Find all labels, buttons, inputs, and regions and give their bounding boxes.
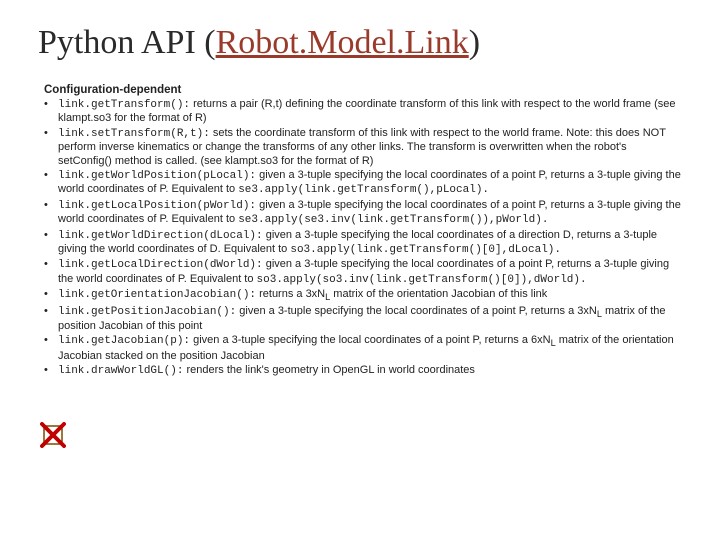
list-item: link.getTransform(): returns a pair (R,t…: [44, 98, 682, 126]
list-item: link.setTransform(R,t): sets the coordin…: [44, 127, 682, 168]
api-desc: returns a 3xN: [256, 288, 325, 300]
api-desc: renders the link's geometry in OpenGL in…: [183, 364, 475, 376]
title-pre: Python API (: [38, 24, 216, 61]
api-code: link.getLocalPosition(pWorld):: [58, 200, 256, 212]
api-code-inline: so3.apply(so3.inv(link.getTransform()[0]…: [257, 274, 587, 286]
api-code: link.drawWorldGL():: [58, 365, 183, 377]
api-code-inline: so3.apply(link.getTransform()[0],dLocal)…: [290, 244, 561, 256]
api-code: link.getWorldPosition(pLocal):: [58, 170, 256, 182]
api-code: link.getOrientationJacobian():: [58, 289, 256, 301]
api-code: link.setTransform(R,t):: [58, 128, 210, 140]
page-flag-icon: [40, 422, 66, 448]
api-code: link.getLocalDirection(dWorld):: [58, 259, 263, 271]
api-code: link.getWorldDirection(dLocal):: [58, 230, 263, 242]
section-heading: Configuration-dependent: [44, 84, 682, 96]
list-item: link.getWorldPosition(pLocal): given a 3…: [44, 169, 682, 198]
api-list: link.getTransform(): returns a pair (R,t…: [44, 98, 682, 379]
list-item: link.drawWorldGL(): renders the link's g…: [44, 364, 682, 378]
api-desc: given a 3-tuple specifying the local coo…: [190, 334, 551, 346]
api-desc: given a 3-tuple specifying the local coo…: [236, 305, 597, 317]
slide-title: Python API (Robot.Model.Link): [38, 24, 682, 62]
slide: Python API (Robot.Model.Link) Configurat…: [0, 0, 720, 400]
list-item: link.getOrientationJacobian(): returns a…: [44, 288, 682, 303]
list-item: link.getJacobian(p): given a 3-tuple spe…: [44, 334, 682, 363]
title-post: ): [469, 24, 480, 61]
list-item: link.getLocalDirection(dWorld): given a …: [44, 258, 682, 287]
api-code-inline: se3.apply(link.getTransform(),pLocal).: [238, 184, 489, 196]
api-code: link.getJacobian(p):: [58, 335, 190, 347]
list-item: link.getLocalPosition(pWorld): given a 3…: [44, 199, 682, 228]
list-item: link.getPositionJacobian(): given a 3-tu…: [44, 305, 682, 334]
api-desc-cont: matrix of the orientation Jacobian of th…: [330, 288, 547, 300]
api-code: link.getTransform():: [58, 99, 190, 111]
list-item: link.getWorldDirection(dLocal): given a …: [44, 229, 682, 258]
api-code: link.getPositionJacobian():: [58, 306, 236, 318]
title-link[interactable]: Robot.Model.Link: [216, 24, 469, 61]
api-code-inline: se3.apply(se3.inv(link.getTransform()),p…: [238, 214, 548, 226]
